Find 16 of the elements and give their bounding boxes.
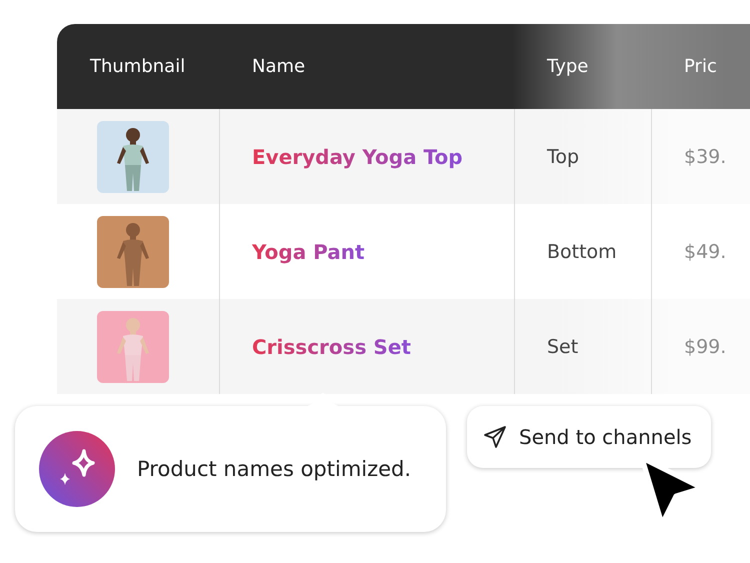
column-header: Thumbnail [89, 56, 186, 77]
table-row[interactable]: Crisscross Set Set $99. [57, 299, 750, 394]
column-header: Name [251, 56, 306, 77]
product-price: $49. [684, 240, 726, 262]
column-header: Pric [683, 56, 717, 77]
toast-message: Product names optimized. [137, 457, 412, 481]
send-button[interactable]: Send to channels [467, 406, 711, 468]
sparkle-icon [39, 431, 115, 507]
product-type: Bottom [547, 240, 617, 262]
product-price: $39. [684, 146, 726, 168]
product-type: Top [547, 146, 580, 168]
column-header: Type [546, 56, 588, 77]
product-type: Set [547, 336, 578, 358]
product-price: $99. [684, 336, 726, 358]
table-row[interactable]: Everyday Yoga Top Top $39. [57, 109, 750, 204]
send-icon [483, 425, 507, 449]
